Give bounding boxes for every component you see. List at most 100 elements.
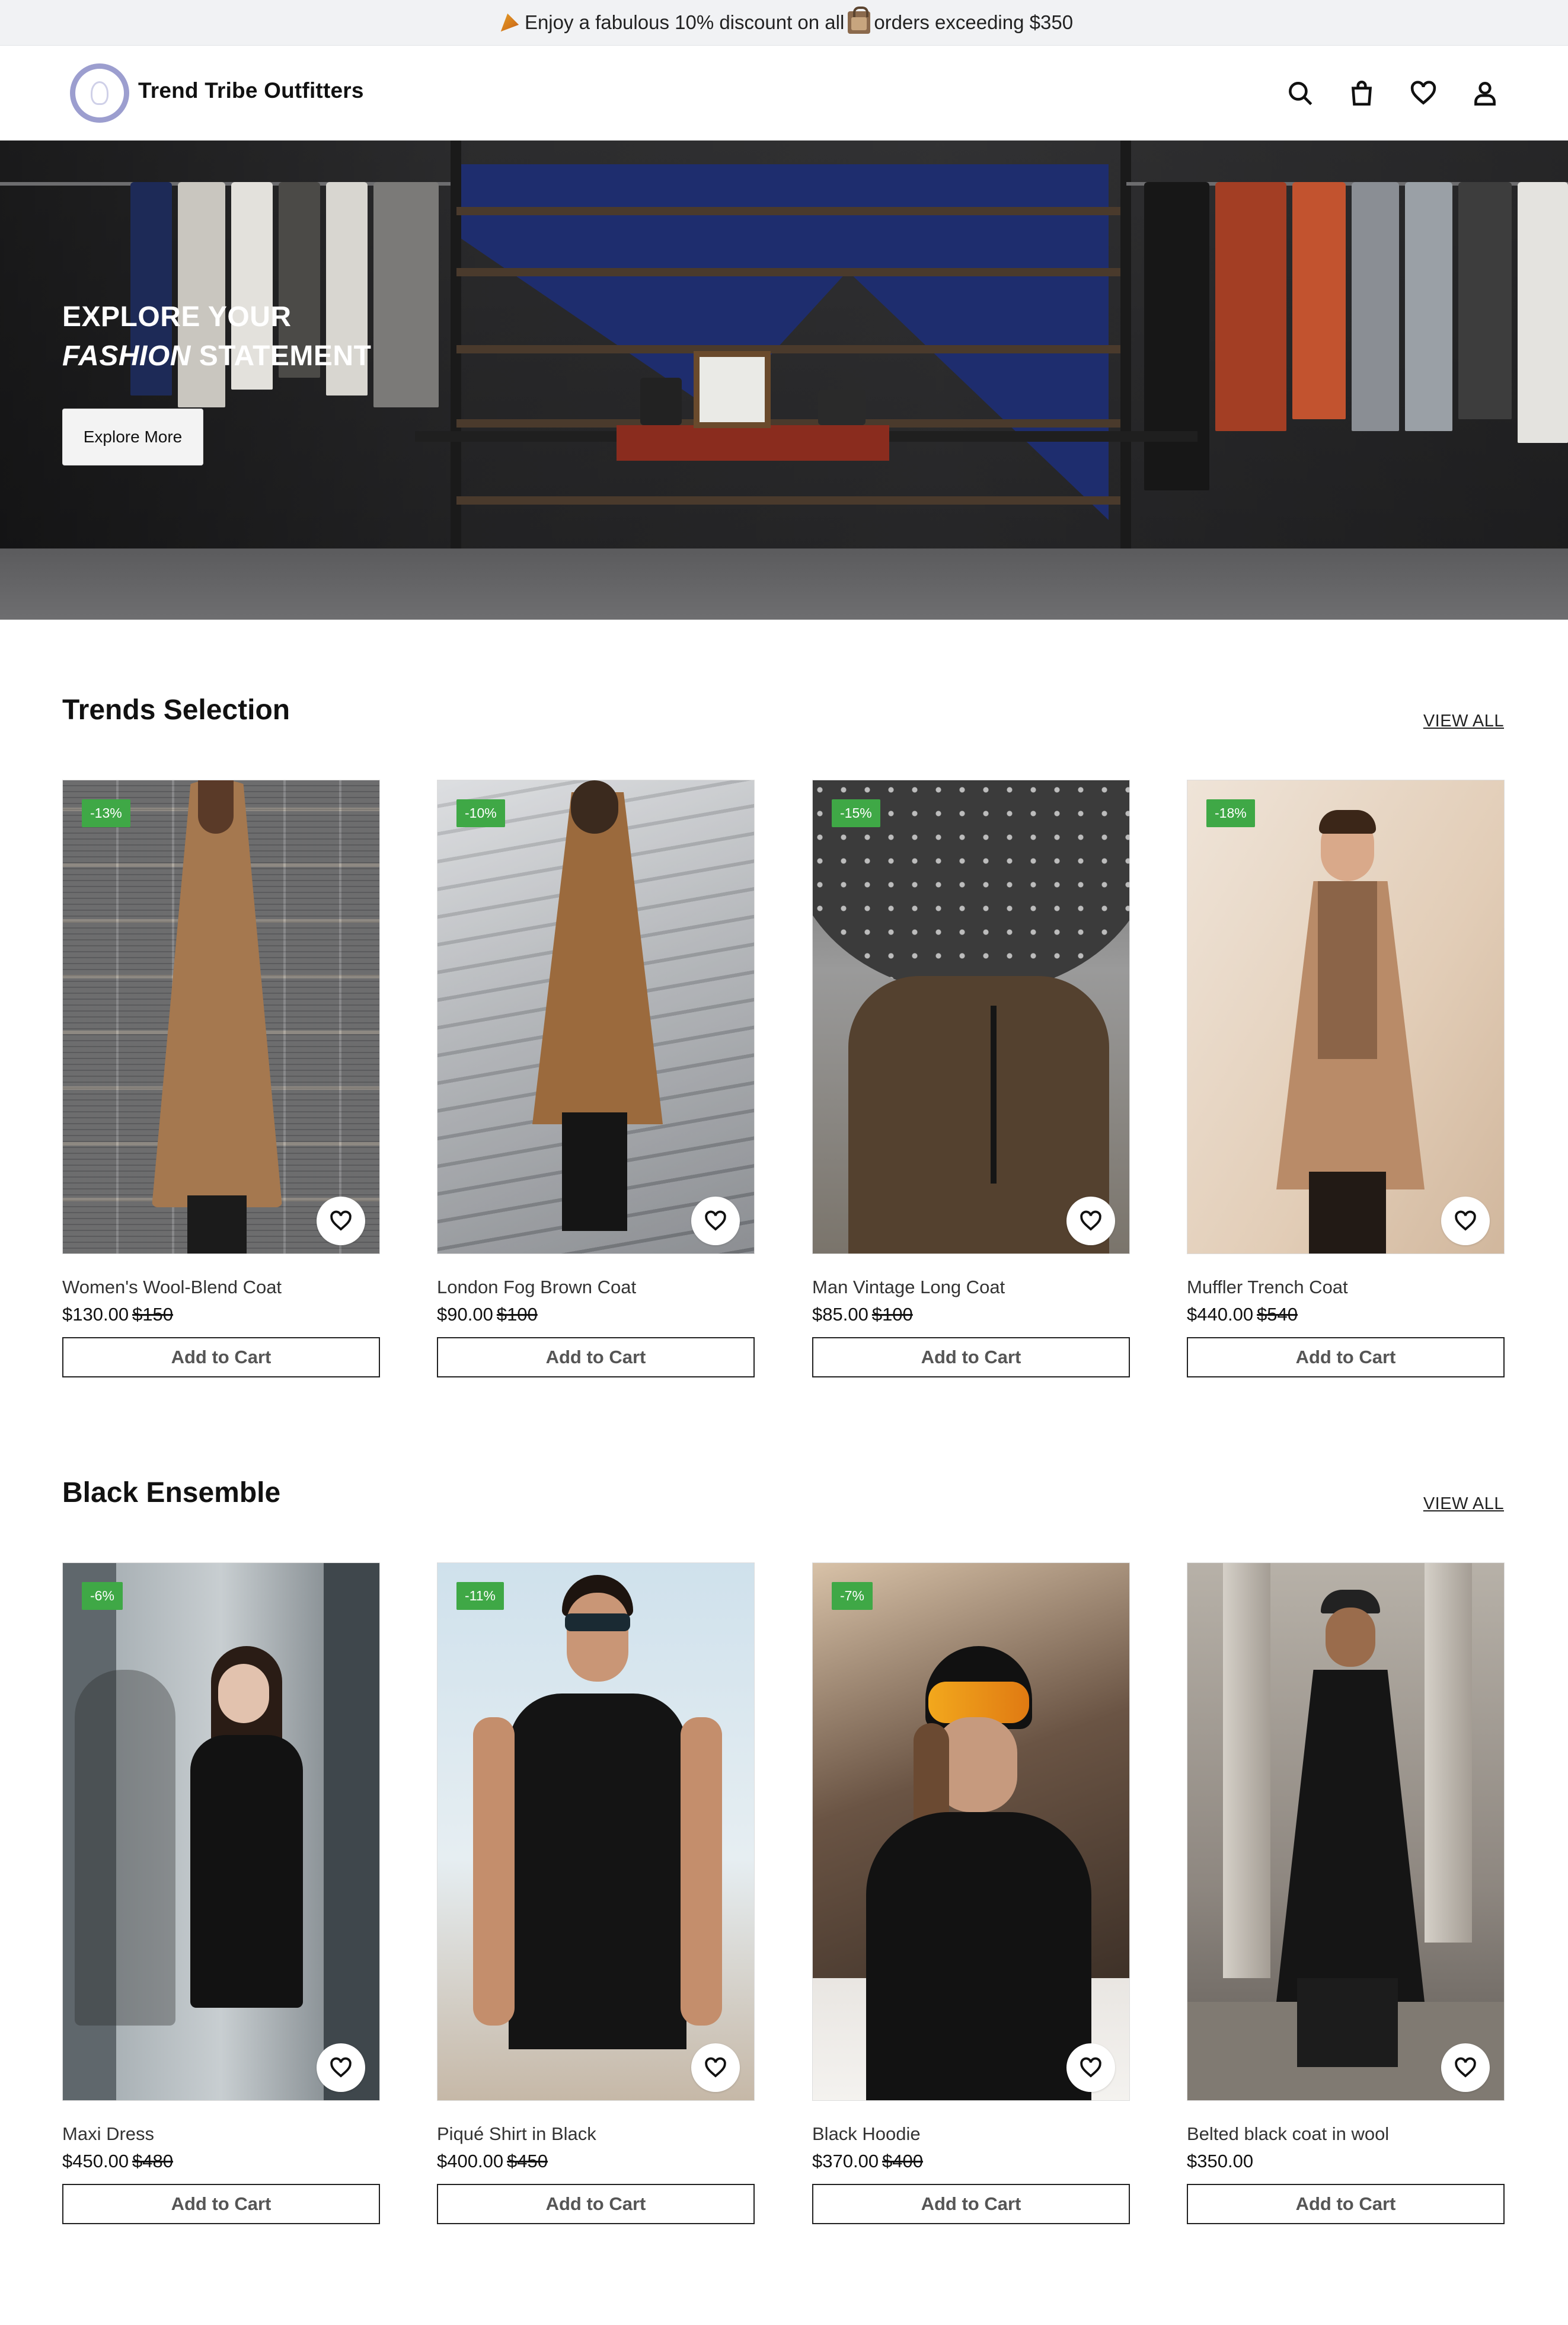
wishlist-button[interactable] — [691, 1197, 740, 1245]
wishlist-button[interactable] — [317, 2043, 365, 2092]
heart-icon — [330, 1210, 352, 1231]
announcement-bar: Enjoy a fabulous 10% discount on all ord… — [0, 0, 1568, 46]
discount-badge: -6% — [82, 1582, 123, 1610]
wishlist-button[interactable] — [691, 2043, 740, 2092]
brand-name[interactable]: Trend Tribe Outfitters — [138, 78, 364, 103]
old-price: $450 — [507, 2151, 548, 2171]
discount-badge: -7% — [832, 1582, 873, 1610]
hero-title-rest: STATEMENT — [199, 340, 372, 372]
discount-badge: -15% — [832, 799, 880, 827]
add-to-cart-button[interactable]: Add to Cart — [62, 2184, 380, 2224]
product-image[interactable]: -11% — [437, 1562, 755, 2101]
product-name[interactable]: Black Hoodie — [812, 2123, 1130, 2145]
product-card[interactable]: Belted black coat in wool $350.00 Add to… — [1187, 1562, 1505, 2224]
product-card[interactable]: -7% Black Hoodie $370.00 $400 Add to Cart — [812, 1562, 1130, 2224]
shopping-bags-icon — [848, 7, 871, 34]
explore-more-button[interactable]: Explore More — [62, 409, 203, 465]
current-price: $450.00 — [62, 2151, 129, 2171]
current-price: $400.00 — [437, 2151, 504, 2171]
add-to-cart-button[interactable]: Add to Cart — [1187, 2184, 1505, 2224]
add-to-cart-button[interactable]: Add to Cart — [62, 1337, 380, 1377]
discount-badge: -10% — [456, 799, 505, 827]
product-name[interactable]: London Fog Brown Coat — [437, 1277, 755, 1298]
add-to-cart-button[interactable]: Add to Cart — [437, 1337, 755, 1377]
product-card[interactable]: -15% Man Vintage Long Coat $85.00 $100 Ad… — [812, 780, 1130, 1377]
old-price: $150 — [132, 1304, 174, 1325]
hero-title-emphasis: FASHION — [62, 340, 191, 372]
product-card[interactable]: -10% London Fog Brown Coat $90.00 $100 Ad… — [437, 780, 755, 1377]
current-price: $130.00 — [62, 1304, 129, 1325]
product-price: $350.00 — [1187, 2151, 1505, 2172]
product-price: $400.00 $450 — [437, 2151, 755, 2172]
product-name[interactable]: Piqué Shirt in Black — [437, 2123, 755, 2145]
old-price: $540 — [1257, 1304, 1298, 1325]
hero-title-line2: FASHION STATEMENT — [62, 337, 371, 376]
heart-icon — [1455, 1210, 1476, 1231]
product-price: $440.00 $540 — [1187, 1304, 1505, 1325]
product-image[interactable]: -10% — [437, 780, 755, 1254]
hero-title: EXPLORE YOUR FASHION STATEMENT — [62, 298, 371, 376]
add-to-cart-button[interactable]: Add to Cart — [812, 2184, 1130, 2224]
search-icon[interactable] — [1285, 78, 1315, 108]
heart-icon[interactable] — [1409, 78, 1438, 108]
product-name[interactable]: Man Vintage Long Coat — [812, 1277, 1130, 1298]
product-price: $85.00 $100 — [812, 1304, 1130, 1325]
shopping-bag-icon[interactable] — [1347, 78, 1377, 108]
product-image[interactable]: -15% — [812, 780, 1130, 1254]
product-name[interactable]: Maxi Dress — [62, 2123, 380, 2145]
product-price: $450.00 $480 — [62, 2151, 380, 2172]
announcement-text-after: orders exceeding $350 — [874, 11, 1074, 33]
logo-mark-icon — [91, 81, 108, 105]
party-popper-icon — [500, 13, 519, 32]
old-price: $400 — [882, 2151, 924, 2171]
product-card[interactable]: -11% Piqué Shirt in Black $400.00 $450 Ad… — [437, 1562, 755, 2224]
heart-icon — [705, 2057, 726, 2078]
discount-badge: -11% — [456, 1582, 504, 1610]
current-price: $85.00 — [812, 1304, 868, 1325]
user-icon[interactable] — [1470, 78, 1500, 108]
wishlist-button[interactable] — [317, 1197, 365, 1245]
product-image[interactable]: -13% — [62, 780, 380, 1254]
product-image[interactable] — [1187, 1562, 1505, 2101]
current-price: $90.00 — [437, 1304, 493, 1325]
product-name[interactable]: Muffler Trench Coat — [1187, 1277, 1505, 1298]
add-to-cart-button[interactable]: Add to Cart — [437, 2184, 755, 2224]
hero-banner: EXPLORE YOUR FASHION STATEMENT Explore M… — [0, 141, 1568, 620]
product-image[interactable]: -6% — [62, 1562, 380, 2101]
section-title-black-ensemble: Black Ensemble — [62, 1477, 281, 1508]
add-to-cart-button[interactable]: Add to Cart — [1187, 1337, 1505, 1377]
product-price: $130.00 $150 — [62, 1304, 380, 1325]
current-price: $440.00 — [1187, 1304, 1254, 1325]
product-price: $90.00 $100 — [437, 1304, 755, 1325]
heart-icon — [1080, 1210, 1101, 1231]
view-all-link-black-ensemble[interactable]: VIEW ALL — [1423, 1494, 1504, 1514]
product-card[interactable]: -6% Maxi Dress $450.00 $480 Add to Cart — [62, 1562, 380, 2224]
old-price: $480 — [132, 2151, 174, 2171]
add-to-cart-button[interactable]: Add to Cart — [812, 1337, 1130, 1377]
product-card[interactable]: -13% Women's Wool-Blend Coat $130.00 $150… — [62, 780, 380, 1377]
site-header: Trend Tribe Outfitters — [0, 46, 1568, 141]
product-name[interactable]: Belted black coat in wool — [1187, 2123, 1505, 2145]
wishlist-button[interactable] — [1066, 2043, 1115, 2092]
wishlist-button[interactable] — [1066, 1197, 1115, 1245]
heart-icon — [1455, 2057, 1476, 2078]
announcement-text-before: Enjoy a fabulous 10% discount on all — [524, 11, 845, 33]
logo[interactable] — [70, 63, 129, 123]
product-name[interactable]: Women's Wool-Blend Coat — [62, 1277, 380, 1298]
product-image[interactable]: -7% — [812, 1562, 1130, 2101]
old-price: $100 — [871, 1304, 913, 1325]
product-image[interactable]: -18% — [1187, 780, 1505, 1254]
discount-badge: -18% — [1206, 799, 1255, 827]
heart-icon — [1080, 2057, 1101, 2078]
product-card[interactable]: -18% Muffler Trench Coat $440.00 $540 Add… — [1187, 780, 1505, 1377]
view-all-link-trends[interactable]: VIEW ALL — [1423, 712, 1504, 731]
wishlist-button[interactable] — [1441, 2043, 1490, 2092]
current-price: $350.00 — [1187, 2151, 1254, 2171]
current-price: $370.00 — [812, 2151, 879, 2171]
wishlist-button[interactable] — [1441, 1197, 1490, 1245]
heart-icon — [330, 2057, 352, 2078]
old-price: $100 — [496, 1304, 538, 1325]
product-price: $370.00 $400 — [812, 2151, 1130, 2172]
section-title-trends: Trends Selection — [62, 694, 290, 726]
discount-badge: -13% — [82, 799, 130, 827]
